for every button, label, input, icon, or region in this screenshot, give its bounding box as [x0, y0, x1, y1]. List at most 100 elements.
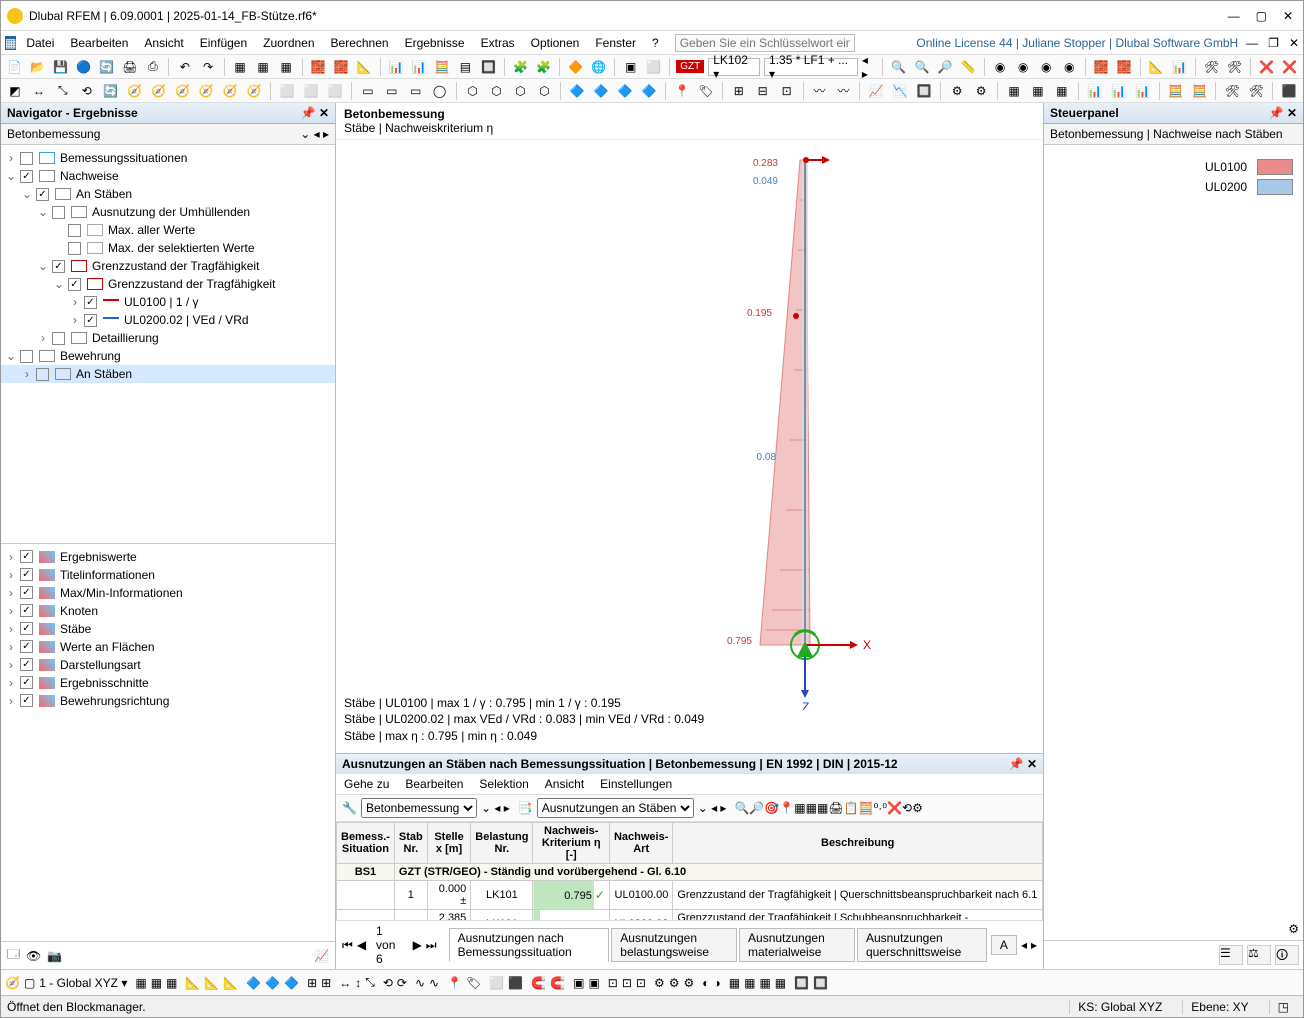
tb2-btn-46[interactable]: ⚙ — [971, 81, 991, 101]
tree-twisty[interactable]: › — [5, 151, 17, 165]
restb-btn-13[interactable]: 🧮 — [859, 801, 874, 815]
tree-twisty[interactable]: ⌄ — [53, 277, 65, 291]
results-tab-0[interactable]: Ausnutzungen nach Bemessungssituation — [449, 928, 610, 962]
results-menu-bearbeiten[interactable]: Bearbeiten — [405, 777, 463, 791]
tb2-btn-60[interactable]: 🛠 — [1246, 81, 1266, 101]
display-option-6[interactable]: › ✓ Darstellungsart — [1, 656, 335, 674]
bt-btn-0[interactable]: ▦ — [135, 976, 146, 990]
restb-btn-8[interactable]: ▦ — [817, 801, 828, 815]
tree-node-7[interactable]: ⌄✓ Grenzzustand der Tragfähigkeit — [1, 275, 335, 293]
restb-btn-10[interactable]: 🖨 — [828, 801, 843, 815]
bt-pre-1[interactable]: ▢ — [24, 976, 35, 990]
mdi-restore-icon[interactable]: ❐ — [1268, 36, 1279, 50]
bt-btn-32[interactable]: 🧲 — [550, 976, 565, 990]
tb2-btn-59[interactable]: 🛠 — [1222, 81, 1242, 101]
tb2-btn-28[interactable]: 🔷 — [615, 81, 635, 101]
tb1-btn-15[interactable]: 🧱 — [309, 57, 328, 77]
bt-btn-43[interactable]: ⚙ — [684, 976, 695, 990]
tree-node-1[interactable]: ⌄✓ Nachweise — [1, 167, 335, 185]
tb1-tail-14[interactable]: 📊 — [1170, 57, 1189, 77]
bt-btn-35[interactable]: ▣ — [588, 976, 599, 990]
display-checkbox[interactable]: ✓ — [20, 622, 33, 635]
maximize-button[interactable]: ▢ — [1256, 9, 1267, 23]
next-page-icon[interactable]: ▶ — [413, 938, 422, 952]
tree-node-9[interactable]: ›✓ UL0200.02 | VEd / VRd — [1, 311, 335, 329]
table-type-icon[interactable]: 📑 — [518, 801, 533, 815]
tb2-btn-0[interactable]: ◩ — [5, 81, 25, 101]
tb1-tail-2[interactable]: 🔎 — [935, 57, 954, 77]
tb1-btn-8[interactable]: ↶ — [175, 57, 194, 77]
bt-btn-50[interactable]: ▦ — [759, 976, 770, 990]
viewport-3d[interactable]: X Z 0.2830.0490.1950.080.795 Stäbe | UL0… — [336, 140, 1043, 753]
tb1-btn-2[interactable]: 💾 — [51, 57, 70, 77]
bt-btn-46[interactable]: ◑ — [714, 976, 721, 990]
tb2-btn-35[interactable]: ⊟ — [753, 81, 773, 101]
tb1-btn-12[interactable]: ▦ — [254, 57, 273, 77]
tb1-tail-16[interactable]: 🛠 — [1202, 57, 1221, 77]
menu-fenster[interactable]: Fenster — [587, 34, 644, 52]
tb2-btn-2[interactable]: ⤡ — [53, 81, 73, 101]
tree-twisty[interactable]: ⌄ — [21, 187, 33, 201]
tree-checkbox[interactable]: ✓ — [84, 296, 97, 309]
app-menu-icon[interactable]: ▦ — [5, 36, 16, 50]
bt-btn-39[interactable]: ⊡ — [636, 976, 646, 990]
tb2-btn-26[interactable]: 🔷 — [567, 81, 587, 101]
tb2-btn-21[interactable]: ⬡ — [463, 81, 483, 101]
tb2-btn-9[interactable]: 🧭 — [220, 81, 240, 101]
tb2-btn-12[interactable]: ⬜ — [277, 81, 297, 101]
bt-btn-38[interactable]: ⊡ — [622, 976, 632, 990]
results-module-select[interactable]: Betonbemessung — [361, 798, 477, 818]
tb2-btn-32[interactable]: 🏷 — [696, 81, 716, 101]
navigator-tree[interactable]: › Bemessungssituationen ⌄✓ Nachweise ⌄✓ … — [1, 145, 335, 543]
tree-node-8[interactable]: ›✓ UL0100 | 1 / γ — [1, 293, 335, 311]
navigator-section[interactable]: Betonbemessung ⌄ ◂ ▸ — [1, 124, 335, 145]
tb2-btn-7[interactable]: 🧭 — [172, 81, 192, 101]
tree-checkbox[interactable]: ✓ — [52, 260, 65, 273]
tb1-btn-3[interactable]: 🔵 — [74, 57, 93, 77]
results-diagram-icon[interactable]: 📈 — [314, 949, 329, 963]
restb-btn-4[interactable]: 📍 — [779, 801, 794, 815]
bt-btn-26[interactable]: 🏷 — [466, 976, 481, 990]
tb2-btn-42[interactable]: 📉 — [890, 81, 910, 101]
display-option-3[interactable]: › ✓ Knoten — [1, 602, 335, 620]
display-checkbox[interactable]: ✓ — [20, 658, 33, 671]
tb1-tail-7[interactable]: ◉ — [1037, 57, 1056, 77]
tb1-btn-23[interactable]: 🔲 — [479, 57, 498, 77]
bt-btn-48[interactable]: ▦ — [729, 976, 740, 990]
status-icon[interactable]: ◳ — [1269, 1000, 1297, 1014]
tree-node-12[interactable]: › An Stäben — [1, 365, 335, 383]
tree-twisty[interactable]: › — [69, 313, 81, 327]
tb1-btn-9[interactable]: ↷ — [198, 57, 217, 77]
tb2-btn-56[interactable]: 🧮 — [1166, 81, 1186, 101]
tb1-tail-3[interactable]: 📏 — [959, 57, 978, 77]
tb1-btn-21[interactable]: 🧮 — [433, 57, 452, 77]
bt-btn-8[interactable]: 🔷 — [246, 976, 261, 990]
tree-twisty[interactable]: › — [5, 694, 17, 708]
restb-btn-1[interactable]: 🔎 — [749, 801, 764, 815]
bt-btn-29[interactable]: ⬛ — [508, 976, 523, 990]
tb1-btn-17[interactable]: 📐 — [355, 57, 374, 77]
bt-btn-28[interactable]: ⬜ — [489, 976, 504, 990]
tree-node-2[interactable]: ⌄✓ An Stäben — [1, 185, 335, 203]
display-checkbox[interactable]: ✓ — [20, 640, 33, 653]
tb2-btn-31[interactable]: 📍 — [672, 81, 692, 101]
bt-btn-49[interactable]: ▦ — [744, 976, 755, 990]
tb1-tail-8[interactable]: ◉ — [1060, 57, 1079, 77]
tb1-btn-5[interactable]: 🖨 — [120, 57, 139, 77]
results-type-select[interactable]: Ausnutzungen an Stäben — [537, 798, 694, 818]
tree-checkbox[interactable] — [52, 206, 65, 219]
tree-twisty[interactable]: › — [5, 658, 17, 672]
restb-btn-16[interactable]: ❌ — [887, 801, 902, 815]
tree-twisty[interactable]: › — [5, 676, 17, 690]
display-checkbox[interactable]: ✓ — [20, 586, 33, 599]
tree-twisty[interactable]: › — [5, 568, 17, 582]
tb2-btn-3[interactable]: ⟲ — [77, 81, 97, 101]
scroll-right-icon[interactable]: ▸ — [1031, 938, 1037, 952]
tb2-btn-16[interactable]: ▭ — [358, 81, 378, 101]
pin-icon[interactable]: 📌 — [301, 106, 316, 120]
tb2-btn-19[interactable]: ◯ — [430, 81, 450, 101]
tree-twisty[interactable]: › — [37, 331, 49, 345]
prev-page-icon[interactable]: ◀ — [357, 938, 366, 952]
view-icon[interactable]: 🗔 — [7, 945, 20, 966]
restb-btn-18[interactable]: ⟲ — [902, 801, 912, 815]
